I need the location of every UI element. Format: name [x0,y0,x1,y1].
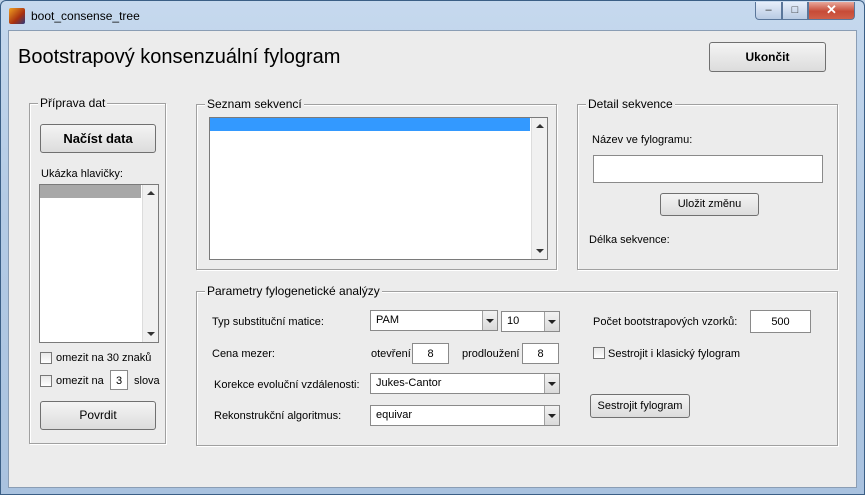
gap-open-label: otevření [371,348,411,360]
page-title: Bootstrapový konsenzuální fylogram [18,46,341,68]
sequence-detail-panel: Detail sekvence Název ve fylogramu: Ulož… [577,97,838,270]
sequence-list[interactable] [209,117,548,260]
data-prep-panel: Příprava dat Načíst data Ukázka hlavičky… [29,96,166,444]
load-data-button[interactable]: Načíst data [40,124,156,153]
matrix-num-value: 10 [507,315,520,327]
scroll-down-icon[interactable] [536,249,544,253]
correction-label: Korekce evoluční vzdálenosti: [214,379,360,391]
correction-select[interactable]: Jukes-Cantor [370,373,560,394]
algorithm-select[interactable]: equivar [370,405,560,426]
matrix-select-value: PAM [376,314,400,326]
limit-words-checkbox[interactable] [40,375,52,387]
window-title: boot_consense_tree [31,9,140,23]
scroll-up-icon[interactable] [147,191,155,195]
header-preview-list[interactable] [39,184,159,343]
params-panel: Parametry fylogenetické analýzy Typ subs… [196,284,838,446]
limit-words-input[interactable]: 3 [110,370,128,390]
save-change-button[interactable]: Uložit změnu [660,193,759,216]
scroll-down-icon[interactable] [147,332,155,336]
correction-select-value: Jukes-Cantor [376,377,442,389]
gap-label: Cena mezer: [212,348,275,360]
title-bar[interactable]: boot_consense_tree – □ ✕ [1,1,864,30]
params-title: Parametry fylogenetické analýzy [205,284,382,298]
header-preview-selected-row[interactable] [40,185,141,198]
algorithm-label: Rekonstrukční algoritmus: [214,410,342,422]
minimize-button[interactable]: – [755,2,782,20]
chevron-down-icon[interactable] [544,374,559,393]
length-label: Délka sekvence: [589,234,670,246]
matlab-icon [9,8,25,24]
bootstrap-label: Počet bootstrapových vzorků: [593,316,738,328]
algorithm-select-value: equivar [376,409,413,421]
build-tree-button[interactable]: Sestrojit fylogram [590,394,690,418]
sequence-list-selected-row[interactable] [210,118,530,131]
limit-words-prefix: omezit na [56,375,104,387]
scroll-up-icon[interactable] [536,124,544,128]
chevron-down-icon[interactable] [544,406,559,425]
gap-extend-input[interactable]: 8 [522,343,559,364]
name-label: Název ve fylogramu: [592,134,693,146]
classic-tree-label: Sestrojit i klasický fylogram [608,348,741,360]
name-input[interactable] [593,155,823,183]
limit30-label: omezit na 30 znaků [56,352,152,364]
sequences-title: Seznam sekvencí [205,97,304,111]
maximize-button[interactable]: □ [782,2,808,20]
data-prep-title: Příprava dat [38,96,108,110]
header-preview-label: Ukázka hlavičky: [41,168,123,180]
close-button[interactable]: ✕ [808,2,855,20]
confirm-button[interactable]: Povrdit [40,401,156,430]
matrix-label: Typ substituční matice: [212,316,324,328]
gap-open-input[interactable]: 8 [412,343,449,364]
classic-tree-checkbox[interactable] [593,347,605,359]
gap-extend-label: prodloužení [462,348,520,360]
chevron-down-icon[interactable] [482,311,497,330]
header-preview-scrollbar[interactable] [142,185,158,342]
matrix-num-select[interactable]: 10 [501,311,560,332]
sequence-detail-title: Detail sekvence [586,97,675,111]
app-window: boot_consense_tree – □ ✕ Bootstrapový ko… [0,0,865,495]
client-area: Bootstrapový konsenzuální fylogram Ukonč… [8,30,857,488]
limit-words-suffix: slova [134,375,160,387]
quit-button[interactable]: Ukončit [709,42,826,72]
sequence-list-scrollbar[interactable] [531,118,547,259]
sequences-panel: Seznam sekvencí [196,97,557,270]
chevron-down-icon[interactable] [544,312,559,331]
bootstrap-input[interactable]: 500 [750,310,811,333]
matrix-select[interactable]: PAM [370,310,498,331]
limit30-checkbox[interactable] [40,352,52,364]
